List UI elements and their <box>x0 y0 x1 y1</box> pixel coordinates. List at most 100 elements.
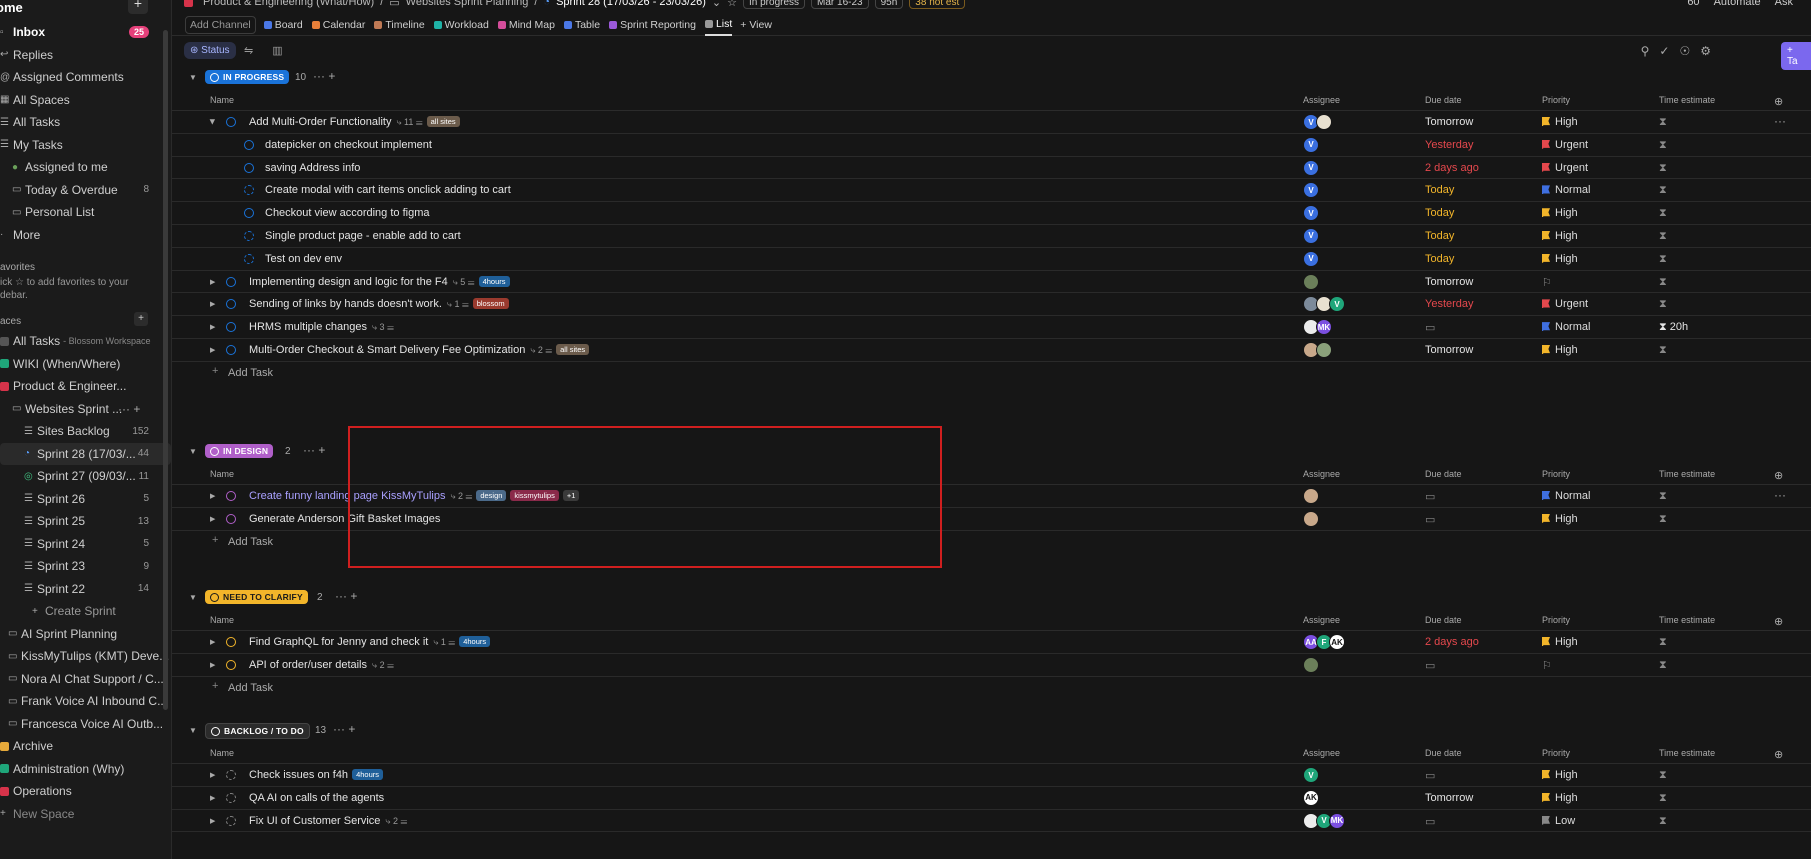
group-by-status-button[interactable]: ⊛ Status <box>184 42 236 59</box>
status-icon[interactable] <box>226 659 236 670</box>
priority[interactable]: High <box>1542 792 1578 804</box>
sidebar-item-2[interactable]: ▦ All Spaces <box>0 89 171 112</box>
task-tag[interactable]: 4hours <box>352 769 383 780</box>
assignee-avatars[interactable]: V MK <box>1303 812 1345 829</box>
table-row[interactable]: Create modal with cart items onclick add… <box>172 179 1811 203</box>
collapse-caret-icon[interactable]: ▼ <box>189 593 197 602</box>
assignee-avatars[interactable]: MK <box>1303 319 1332 336</box>
tab-mind-map[interactable]: Mind Map <box>497 14 555 36</box>
sidebar-subitem-0[interactable]: ● Assigned to me <box>0 156 171 179</box>
col-priority[interactable]: Priority <box>1542 469 1570 479</box>
expand-caret-icon[interactable]: ▶ <box>209 119 217 124</box>
due-date[interactable]: Today <box>1425 253 1454 265</box>
task-title[interactable]: Checkout view according to figma <box>265 207 429 219</box>
tab-sprint-reporting[interactable]: Sprint Reporting <box>609 14 696 36</box>
status-icon[interactable] <box>226 815 236 826</box>
calendar-icon[interactable]: ▭ <box>1425 659 1435 672</box>
group-status-chip[interactable]: BACKLOG / TO DO <box>205 723 310 739</box>
task-title[interactable]: Single product page - enable add to cart <box>265 230 461 242</box>
status-icon[interactable] <box>226 299 236 310</box>
subtask-count[interactable]: ⤷ 2 ☰ <box>372 660 394 670</box>
flag-icon[interactable]: ⚐ <box>1542 659 1552 672</box>
due-date[interactable]: Tomorrow <box>1425 344 1473 356</box>
task-title[interactable]: Create modal with cart items onclick add… <box>265 184 511 196</box>
add-column-icon[interactable]: ⊕ <box>1774 615 1783 628</box>
table-row[interactable]: datepicker on checkout implement V Yesterd… <box>172 134 1811 157</box>
expand-caret-icon[interactable]: ▶ <box>210 771 215 779</box>
hourglass-icon[interactable]: ⧗ <box>1659 276 1667 289</box>
subtask-count[interactable]: ⤷ 3 ☰ <box>372 322 394 332</box>
assignee-avatars[interactable] <box>1303 273 1319 290</box>
subtask-count[interactable]: ⤷ 11 ☰ <box>396 117 422 127</box>
col-due[interactable]: Due date <box>1425 615 1462 625</box>
tab-table[interactable]: Table <box>563 14 600 36</box>
calendar-icon[interactable]: ▭ <box>1425 769 1435 782</box>
add-task-button[interactable]: + Ta <box>1781 42 1811 70</box>
assignee-avatars[interactable]: AA F AK <box>1303 634 1345 650</box>
due-date[interactable]: Today <box>1425 184 1454 196</box>
task-title[interactable]: datepicker on checkout implement <box>265 139 432 151</box>
task-title[interactable]: QA AI on calls of the agents <box>249 792 384 804</box>
crumb-sprint[interactable]: Sprint 28 (17/03/26 - 23/03/26) <box>556 0 706 8</box>
row-more-icon[interactable]: ··· <box>1774 488 1786 502</box>
chevron-down-icon[interactable]: ⌄ <box>712 0 721 9</box>
priority[interactable]: Normal <box>1542 321 1590 333</box>
hourglass-icon[interactable]: ⧗ <box>1659 490 1667 503</box>
add-column-icon[interactable]: ⊕ <box>1774 95 1783 108</box>
crumb-space[interactable]: Product & Engineering (What/How) <box>203 0 374 8</box>
list-item-4[interactable]: ▭ Francesca Voice AI Outb... <box>0 713 171 736</box>
status-icon[interactable] <box>226 637 236 647</box>
sprint-item-0[interactable]: ☰ Sites Backlog 152 <box>0 420 171 443</box>
assignee-avatars[interactable]: V <box>1303 296 1345 313</box>
col-priority[interactable]: Priority <box>1542 748 1570 758</box>
collapse-caret-icon[interactable]: ▼ <box>189 447 197 456</box>
sidebar-item-inbox[interactable]: ▫ Inbox 25 <box>0 21 171 44</box>
col-name[interactable]: Name <box>210 615 234 625</box>
hourglass-icon[interactable]: ⧗ <box>1659 636 1667 649</box>
bottom-space-0[interactable]: Archive <box>0 735 171 758</box>
assignee-avatars[interactable]: V <box>1303 767 1319 783</box>
col-assignee[interactable]: Assignee <box>1303 469 1340 479</box>
hourglass-icon[interactable]: ⧗ <box>1659 139 1667 152</box>
tab-calendar[interactable]: Calendar <box>311 14 365 36</box>
automate-button[interactable]: Automate <box>1714 0 1761 8</box>
assignee-avatars[interactable]: V <box>1303 227 1319 244</box>
task-title[interactable]: Add Multi-Order Functionality ⤷ 11 ☰ all s… <box>249 116 460 128</box>
hourglass-icon[interactable]: ⧗ <box>1659 116 1667 129</box>
task-tag[interactable]: blossom <box>472 298 509 310</box>
status-icon[interactable] <box>226 513 236 524</box>
calendar-icon[interactable]: ▭ <box>1425 815 1435 828</box>
priority[interactable]: High <box>1542 253 1578 265</box>
priority[interactable]: Urgent <box>1542 162 1588 174</box>
col-priority[interactable]: Priority <box>1542 615 1570 625</box>
group-status-chip[interactable]: IN PROGRESS <box>205 70 290 84</box>
new-space[interactable]: + New Space <box>0 803 171 826</box>
space-item-0[interactable]: All Tasks - Blossom Workspace <box>0 330 171 353</box>
priority[interactable]: Normal <box>1542 490 1590 502</box>
table-row[interactable]: Single product page - enable add to cart… <box>172 225 1811 248</box>
row-more-icon[interactable]: ··· <box>1774 114 1786 128</box>
priority[interactable]: High <box>1542 116 1578 128</box>
sidebar-scrollbar[interactable] <box>163 30 168 710</box>
task-tag[interactable]: 4hours <box>459 636 491 647</box>
assignee-avatars[interactable] <box>1303 488 1319 504</box>
assignee-avatars[interactable]: V <box>1303 136 1319 153</box>
col-name[interactable]: Name <box>210 748 234 758</box>
subtask-count[interactable]: ⤷ 1 ☰ <box>447 299 469 309</box>
flag-icon[interactable]: ⚐ <box>1542 276 1552 289</box>
list-item-0[interactable]: ▭ AI Sprint Planning <box>0 623 171 646</box>
task-title[interactable]: Implementing design and logic for the F4… <box>249 275 510 288</box>
star-icon[interactable]: ☆ <box>727 0 737 9</box>
subtask-count[interactable]: ⤷ 5 ☰ <box>453 277 475 287</box>
task-title[interactable]: Multi-Order Checkout & Smart Delivery Fe… <box>249 343 590 356</box>
table-row[interactable]: ▶ API of order/user details ⤷ 2 ☰ ▭ ⚐ ⧗ <box>172 654 1811 677</box>
group-more-icon[interactable]: ··· + <box>313 69 335 83</box>
hourglass-icon[interactable]: ⧗ <box>1659 344 1667 357</box>
status-icon[interactable] <box>226 792 236 803</box>
sprint-item-4[interactable]: ☰ Sprint 25 13 <box>0 510 171 533</box>
status-icon[interactable] <box>226 344 236 355</box>
collapse-caret-icon[interactable]: ▼ <box>189 73 197 82</box>
col-priority[interactable]: Priority <box>1542 95 1570 105</box>
expand-caret-icon[interactable]: ▶ <box>210 492 215 500</box>
sprint-item-6[interactable]: ☰ Sprint 23 9 <box>0 555 171 578</box>
